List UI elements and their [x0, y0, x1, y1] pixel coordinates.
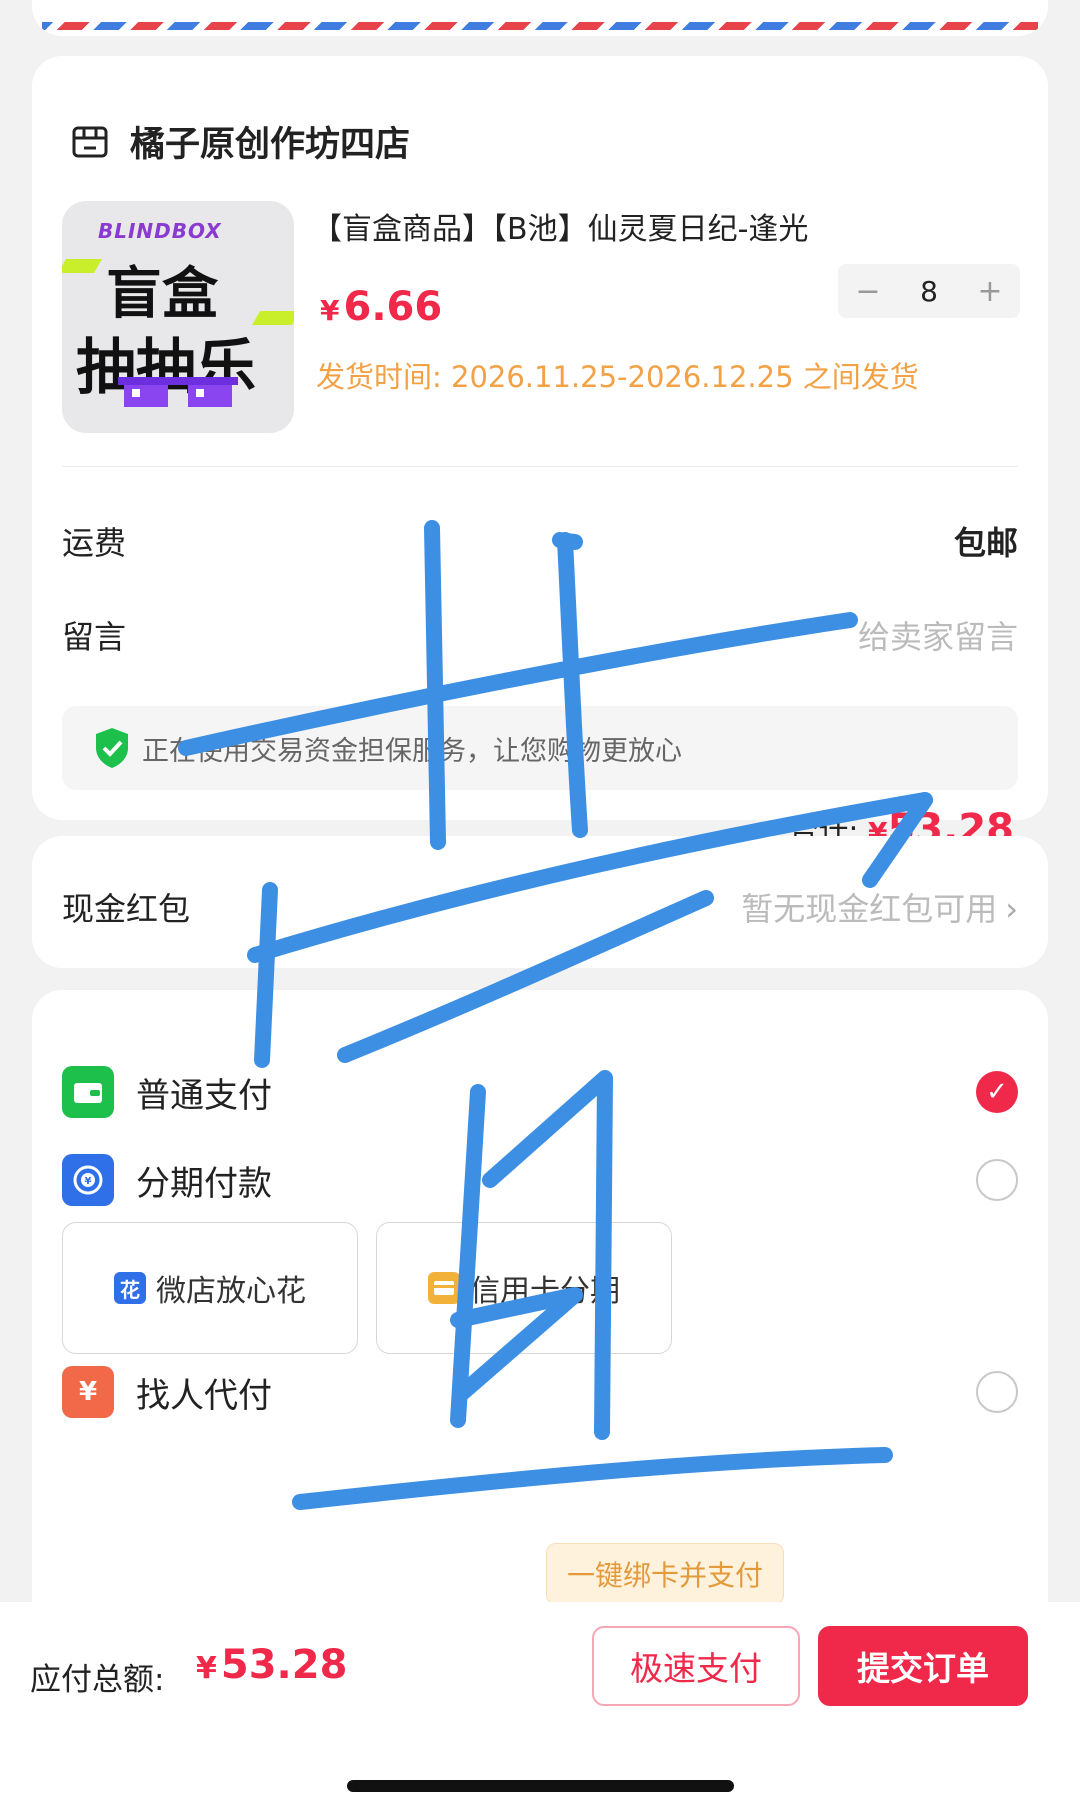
due-value: 53.28: [220, 1642, 348, 1688]
guarantee-banner: 正在使用交易资金担保服务，让您购物更放心: [62, 706, 1018, 790]
svg-text:¥: ¥: [85, 1176, 92, 1187]
quantity-stepper: − 8 +: [838, 264, 1020, 318]
shop-icon: [72, 126, 108, 157]
hua-icon: 花: [114, 1272, 146, 1304]
payment-method-label: 普通支付: [136, 1075, 272, 1116]
shipping-label: 运费: [62, 524, 127, 562]
payment-method-installment[interactable]: ¥ 分期付款: [62, 1150, 1018, 1210]
divider: [62, 466, 1018, 467]
airmail-border: [32, 0, 1048, 36]
option-label: 微店放心花: [156, 1274, 306, 1309]
decor-bar: [62, 259, 103, 273]
quick-pay-button[interactable]: 极速支付: [592, 1626, 800, 1706]
radio-unchecked-icon[interactable]: [976, 1371, 1018, 1413]
payment-method-proxy[interactable]: ¥ 找人代付: [62, 1362, 1018, 1422]
installment-icon: ¥: [62, 1154, 114, 1206]
wallet-icon: [62, 1066, 114, 1118]
shipping-value: 包邮: [953, 524, 1018, 562]
redpacket-label: 现金红包: [62, 890, 191, 928]
due-symbol: ¥: [196, 1651, 217, 1686]
submit-order-button[interactable]: 提交订单: [818, 1626, 1028, 1706]
selected-check-icon[interactable]: ✓: [976, 1071, 1018, 1113]
home-indicator[interactable]: [347, 1780, 734, 1792]
product-price: ¥6.66: [320, 284, 442, 330]
thumb-brand: BLINDBOX: [98, 219, 222, 243]
increment-button[interactable]: +: [960, 274, 1020, 309]
redpacket-value: 暂无现金红包可用 ›: [741, 884, 1018, 930]
decrement-button[interactable]: −: [838, 274, 898, 309]
due-amount: ¥53.28: [196, 1642, 347, 1688]
redpacket-card[interactable]: 现金红包 暂无现金红包可用 ›: [32, 836, 1048, 968]
ship-time: 发货时间: 2026.11.25-2026.12.25 之间发货: [316, 360, 919, 394]
option-weidian-credit[interactable]: 花 微店放心花: [62, 1222, 358, 1354]
pixel-glasses-icon: [118, 377, 238, 407]
message-label: 留言: [62, 618, 127, 656]
option-credit-card-installment[interactable]: 信用卡分期: [376, 1222, 672, 1354]
chevron-right-icon: ›: [1005, 890, 1018, 928]
shield-check-icon: [96, 728, 128, 768]
payment-method-normal[interactable]: 普通支付 ✓: [62, 1062, 1018, 1122]
shop-header[interactable]: 橘子原创作坊四店: [70, 116, 410, 167]
bottom-bar: 应付总额: ¥53.28 极速支付 提交订单: [0, 1602, 1080, 1815]
airmail-stripe: [42, 22, 1038, 30]
guarantee-text: 正在使用交易资金担保服务，让您购物更放心: [142, 735, 682, 767]
redpacket-status: 暂无现金红包可用: [741, 890, 998, 928]
price-value: 6.66: [343, 284, 443, 330]
proxy-pay-icon: ¥: [62, 1366, 114, 1418]
bind-card-tooltip[interactable]: 一键绑卡并支付: [546, 1543, 785, 1614]
product-title[interactable]: 【盲盒商品】【B池】仙灵夏日纪-逢光: [312, 204, 808, 248]
decor-bar: [251, 311, 294, 325]
credit-card-icon: [428, 1272, 460, 1304]
thumb-line1: 盲盒: [106, 262, 218, 327]
product-thumbnail[interactable]: BLINDBOX 盲盒 抽抽乐: [62, 201, 294, 433]
option-label: 信用卡分期: [470, 1274, 620, 1309]
radio-unchecked-icon[interactable]: [976, 1159, 1018, 1201]
payment-method-label: 分期付款: [136, 1163, 272, 1204]
message-input[interactable]: 给卖家留言: [858, 612, 1018, 658]
payment-method-label: 找人代付: [136, 1375, 272, 1416]
order-card: 橘子原创作坊四店 BLINDBOX 盲盒 抽抽乐 【盲盒商品】【B池】仙灵夏日纪…: [32, 56, 1048, 852]
price-symbol: ¥: [320, 294, 340, 327]
quantity-value[interactable]: 8: [899, 275, 959, 308]
due-label: 应付总额:: [30, 1662, 165, 1698]
payment-card: 普通支付 ✓ ¥ 分期付款 花 微店放心花 信用卡分期 ¥ 找人代付: [32, 990, 1048, 1630]
shop-name: 橘子原创作坊四店: [130, 125, 411, 165]
